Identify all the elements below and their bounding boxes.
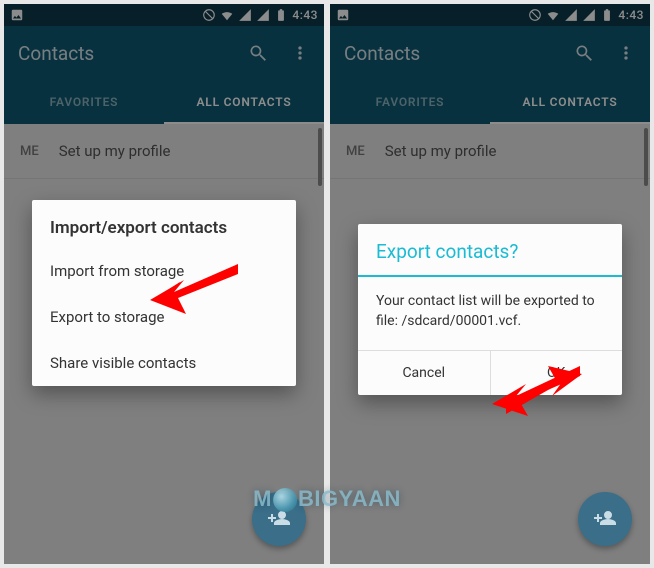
phone-left: 4:43 Contacts FAVORITES ALL CONTACTS ME …	[4, 4, 324, 564]
export-to-storage-item[interactable]: Export to storage	[32, 294, 296, 340]
share-visible-contacts-item[interactable]: Share visible contacts	[32, 340, 296, 386]
dialog-title: Export contacts?	[358, 224, 622, 275]
watermark: M BIGYAAN	[253, 486, 401, 512]
dialog-button-row: Cancel OK	[358, 350, 622, 395]
phone-right: 4:43 Contacts FAVORITES ALL CONTACTS ME …	[330, 4, 650, 564]
dialog-title: Import/export contacts	[32, 200, 296, 248]
globe-icon	[273, 488, 297, 512]
watermark-post: BIGYAAN	[298, 486, 401, 512]
export-confirm-dialog: Export contacts? Your contact list will …	[358, 224, 622, 395]
watermark-pre: M	[253, 486, 272, 512]
cancel-button[interactable]: Cancel	[358, 351, 491, 395]
import-export-dialog: Import/export contacts Import from stora…	[32, 200, 296, 386]
import-from-storage-item[interactable]: Import from storage	[32, 248, 296, 294]
dialog-message: Your contact list will be exported to fi…	[358, 277, 622, 350]
ok-button[interactable]: OK	[491, 351, 623, 395]
add-person-icon	[593, 507, 617, 531]
add-contact-fab[interactable]	[578, 492, 632, 546]
